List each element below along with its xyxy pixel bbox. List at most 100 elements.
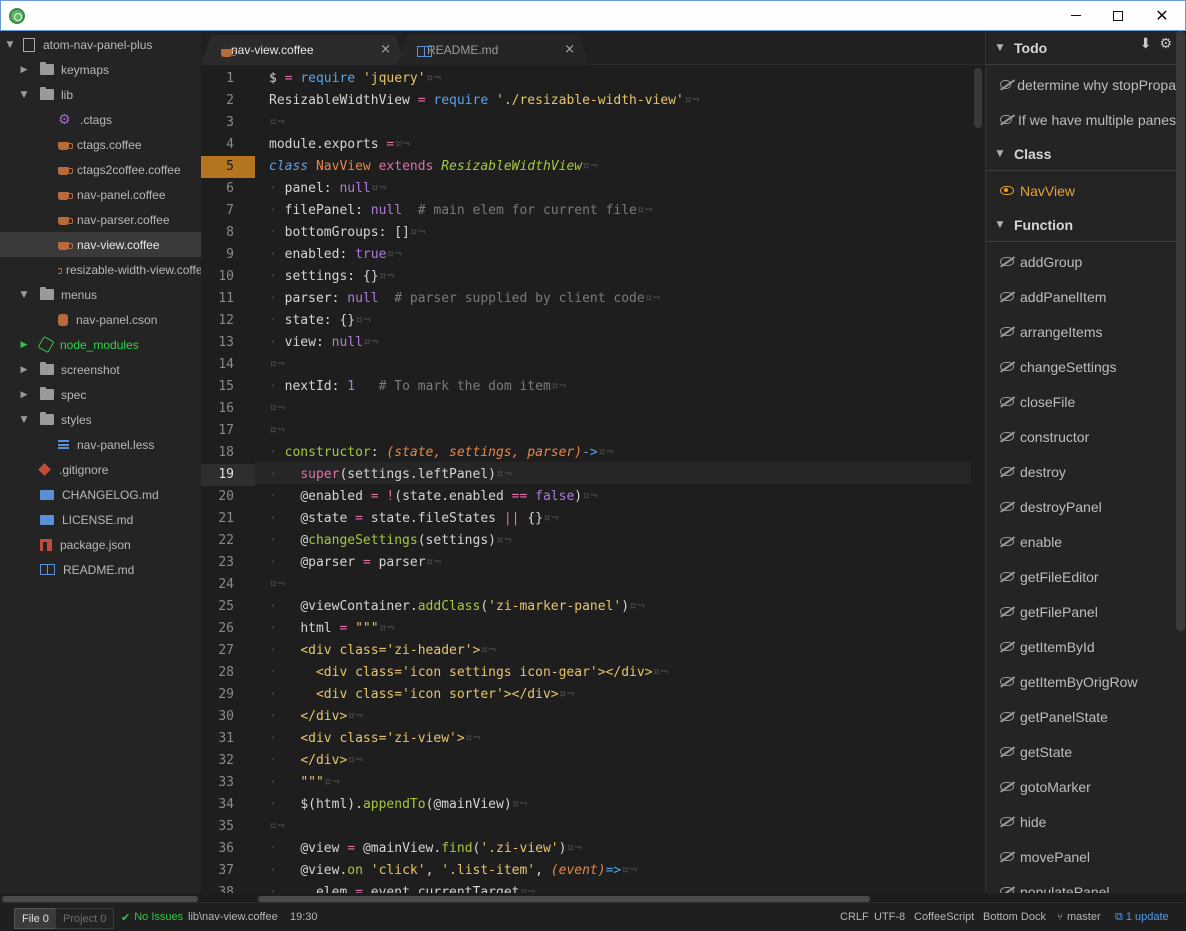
tree-file[interactable]: package.json [0,532,201,557]
tree-file[interactable]: LICENSE.md [0,507,201,532]
nav-item[interactable]: getState [986,734,1176,769]
nav-item[interactable]: getFileEditor [986,559,1176,594]
eye-icon[interactable] [1000,572,1014,581]
tree-file[interactable]: nav-panel.less [0,432,201,457]
eye-icon[interactable] [1000,817,1014,826]
line-number: 2 [226,93,234,108]
code-lines[interactable]: $ = require 'jquery'¤¬ ResizableWidthVie… [269,66,969,902]
tree-file[interactable]: nav-view.coffee [0,232,201,257]
tree-folder[interactable]: ▶ screenshot [0,357,201,382]
tree-file[interactable]: ⚙ .ctags [0,107,201,132]
nav-item[interactable]: hide [986,804,1176,839]
tree-file[interactable]: nav-panel.cson [0,307,201,332]
line-ending-selector[interactable]: CRLF [840,903,869,931]
eye-icon[interactable] [1000,607,1014,616]
nav-section-header[interactable]: ▼ Todo [986,31,1176,65]
nav-item[interactable]: addPanelItem [986,279,1176,314]
nav-item[interactable]: changeSettings [986,349,1176,384]
tab-readme-md[interactable]: README.md × [397,35,589,65]
close-window-button[interactable]: ✕ [1139,1,1185,30]
tree-file[interactable]: nav-panel.coffee [0,182,201,207]
eye-icon[interactable] [1000,397,1014,406]
chevron-down-icon: ▼ [6,39,14,50]
eye-icon[interactable] [1000,292,1014,301]
tree-folder[interactable]: ▶ spec [0,382,201,407]
eye-icon[interactable] [1000,432,1014,441]
nav-item[interactable]: destroy [986,454,1176,489]
nav-item[interactable]: getFilePanel [986,594,1176,629]
line-number: 21 [218,511,234,526]
nav-item[interactable]: enable [986,524,1176,559]
nav-item-label: addPanelItem [1020,288,1107,305]
eye-icon[interactable] [1000,502,1014,511]
nav-item[interactable]: determine why stopPropa [986,67,1176,102]
maximize-button[interactable] [1095,1,1141,30]
eye-icon[interactable] [1000,677,1014,686]
tree-folder[interactable]: ▼ lib [0,82,201,107]
eye-icon[interactable] [1000,712,1014,721]
nav-item[interactable]: movePanel [986,839,1176,874]
nav-item[interactable]: closeFile [986,384,1176,419]
nav-item[interactable]: constructor [986,419,1176,454]
line-number: 9 [226,247,234,262]
nav-item[interactable]: getItemById [986,629,1176,664]
eye-icon[interactable] [1000,327,1014,336]
cursor-position[interactable]: 19:30 [290,903,318,931]
tree-folder[interactable]: ▶ node_modules [0,332,201,357]
grammar-selector[interactable]: CoffeeScript [914,903,974,931]
tree-project-root[interactable]: ▼ atom-nav-panel-plus [0,32,201,57]
eye-icon[interactable] [1000,537,1014,546]
nav-item[interactable]: gotoMarker [986,769,1176,804]
nav-item[interactable]: destroyPanel [986,489,1176,524]
eye-icon[interactable] [1000,362,1014,371]
eye-icon[interactable] [1000,467,1014,476]
tree-file[interactable]: CHANGELOG.md [0,482,201,507]
nav-section-header[interactable]: ▼ Function [986,208,1176,242]
eye-icon[interactable] [1000,747,1014,756]
eye-icon[interactable] [1000,186,1014,195]
tree-file[interactable]: resizable-width-view.coffee [0,257,201,282]
package-updates[interactable]: ⧉ 1 update [1115,903,1169,931]
eye-icon[interactable] [1000,782,1014,791]
nav-item[interactable]: NavView [986,173,1176,208]
close-tab-icon[interactable]: × [380,42,391,57]
code-editor[interactable]: 1 2 3 4 5 6 7 8 9 10 11 12 13 14 15 16 17 18 19 20 21 22 23 24 2… [201,66,985,902]
eye-icon[interactable] [1000,257,1014,266]
dock-toggle[interactable]: Bottom Dock [983,903,1046,931]
nav-item[interactable]: arrangeItems [986,314,1176,349]
tree-folder[interactable]: ▶ keymaps [0,57,201,82]
tree-file[interactable]: ctags2coffee.coffee [0,157,201,182]
nav-item[interactable]: If we have multiple panes [986,102,1176,137]
nav-item[interactable]: addGroup [986,244,1176,279]
line-number: 34 [218,797,234,812]
tree-folder[interactable]: ▼ styles [0,407,201,432]
folder-icon [40,287,54,300]
tree-file[interactable]: nav-parser.coffee [0,207,201,232]
line-number: 37 [218,863,234,878]
encoding-selector[interactable]: UTF-8 [874,903,905,931]
close-tab-icon[interactable]: × [564,42,575,57]
nav-section-header[interactable]: ▼ Class [986,137,1176,171]
file-issues-button[interactable]: File 0 [14,908,57,929]
eye-icon[interactable] [1000,115,1013,124]
eye-icon[interactable] [1000,642,1014,651]
nav-panel-scrollbar[interactable] [1176,31,1185,631]
git-branch[interactable]: ⑂ master [1057,903,1101,931]
editor-minimap-scroll-thumb[interactable] [974,68,982,128]
tree-file[interactable]: ctags.coffee [0,132,201,157]
minimize-button[interactable] [1053,1,1099,30]
eye-icon[interactable] [1000,852,1014,861]
nav-item-label: constructor [1020,428,1090,445]
updates-label: 1 update [1125,911,1169,923]
project-issues-button[interactable]: Project 0 [55,908,115,929]
tab-nav-view-coffee[interactable]: nav-view.coffee × [201,35,405,65]
nav-item-label: NavView [1020,182,1075,199]
file-path[interactable]: lib\nav-view.coffee [188,903,278,931]
tree-file[interactable]: .gitignore [0,457,201,482]
tree-folder[interactable]: ▼ menus [0,282,201,307]
eye-icon[interactable] [1000,80,1012,89]
tree-file[interactable]: README.md [0,557,201,582]
nav-item[interactable]: getItemByOrigRow [986,664,1176,699]
linter-status[interactable]: ✔ No Issues [121,903,183,931]
nav-item[interactable]: getPanelState [986,699,1176,734]
